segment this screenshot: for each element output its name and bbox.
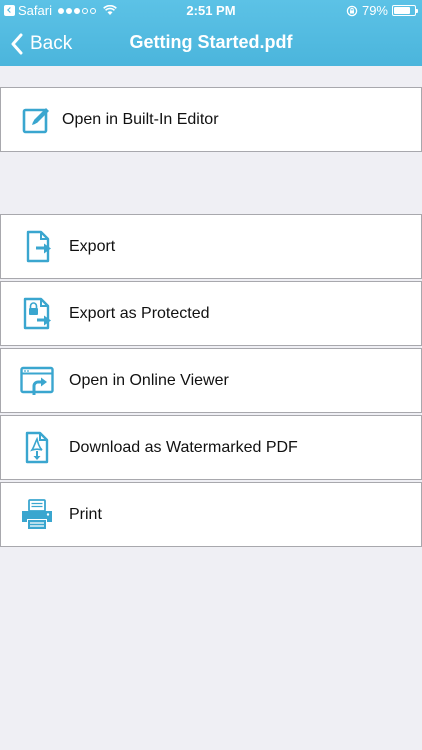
- edit-icon: [22, 108, 49, 134]
- menu-item-label: Print: [69, 505, 102, 523]
- menu-item-label: Download as Watermarked PDF: [69, 438, 298, 456]
- menu-item-print[interactable]: Print: [0, 482, 422, 547]
- menu-item-label: Open in Built-In Editor: [62, 110, 219, 128]
- export-icon: [26, 230, 51, 263]
- battery-percent: 79%: [361, 3, 388, 18]
- menu-item-online-viewer[interactable]: Open in Online Viewer: [0, 348, 422, 413]
- menu-item-watermarked-pdf[interactable]: Download as Watermarked PDF: [0, 415, 422, 480]
- export-protected-icon: [23, 297, 51, 330]
- battery-icon: [392, 5, 418, 16]
- pdf-download-icon: [25, 431, 49, 464]
- header: Safari 2:51 PM 79% Back Getting Started.…: [0, 0, 422, 66]
- menu-item-label: Export as Protected: [69, 304, 210, 322]
- printer-icon: [22, 499, 52, 529]
- menu-item-export-protected[interactable]: Export as Protected: [0, 281, 422, 346]
- menu-item-open-in-editor[interactable]: Open in Built-In Editor: [0, 87, 422, 152]
- status-right: 79%: [346, 3, 418, 18]
- navigation-bar: Back Getting Started.pdf: [0, 22, 422, 66]
- battery-fill: [394, 7, 410, 14]
- menu-item-label: Open in Online Viewer: [69, 371, 229, 389]
- page-title: Getting Started.pdf: [129, 32, 293, 52]
- menu-item-export[interactable]: Export: [0, 214, 422, 279]
- status-bar: Safari 2:51 PM 79%: [0, 0, 422, 22]
- menu-item-label: Export: [69, 237, 116, 255]
- rotation-lock-icon: [346, 5, 358, 16]
- online-viewer-icon: [20, 366, 54, 395]
